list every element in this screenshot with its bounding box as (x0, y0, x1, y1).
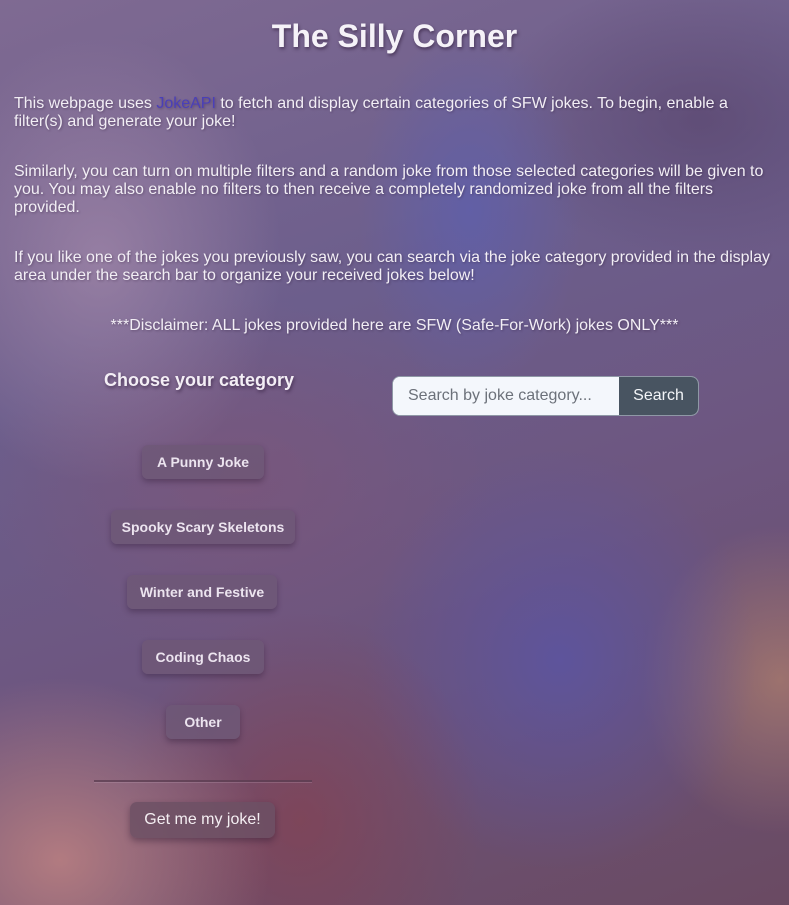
disclaimer-text: ***Disclaimer: ALL jokes provided here a… (110, 317, 679, 334)
category-button-punny[interactable]: A Punny Joke (142, 445, 264, 479)
category-button-coding[interactable]: Coding Chaos (142, 640, 264, 674)
search-bar: Search (392, 376, 699, 416)
jokeapi-link[interactable]: JokeAPI (156, 95, 216, 112)
intro-paragraph-2: Similarly, you can turn on multiple filt… (14, 163, 764, 216)
page-title: The Silly Corner (271, 18, 518, 54)
search-input[interactable] (393, 377, 619, 415)
get-joke-button[interactable]: Get me my joke! (130, 802, 275, 838)
divider (94, 780, 312, 782)
category-heading: Choose your category (104, 370, 295, 390)
intro-paragraph-1: This webpage uses JokeAPI to fetch and d… (14, 95, 776, 131)
category-button-winter[interactable]: Winter and Festive (127, 575, 277, 609)
intro-text-before-link: This webpage uses (14, 95, 157, 112)
category-button-spooky[interactable]: Spooky Scary Skeletons (111, 510, 295, 544)
search-button[interactable]: Search (619, 377, 698, 415)
category-button-other[interactable]: Other (166, 705, 240, 739)
intro-paragraph-3: If you like one of the jokes you previou… (14, 249, 770, 284)
